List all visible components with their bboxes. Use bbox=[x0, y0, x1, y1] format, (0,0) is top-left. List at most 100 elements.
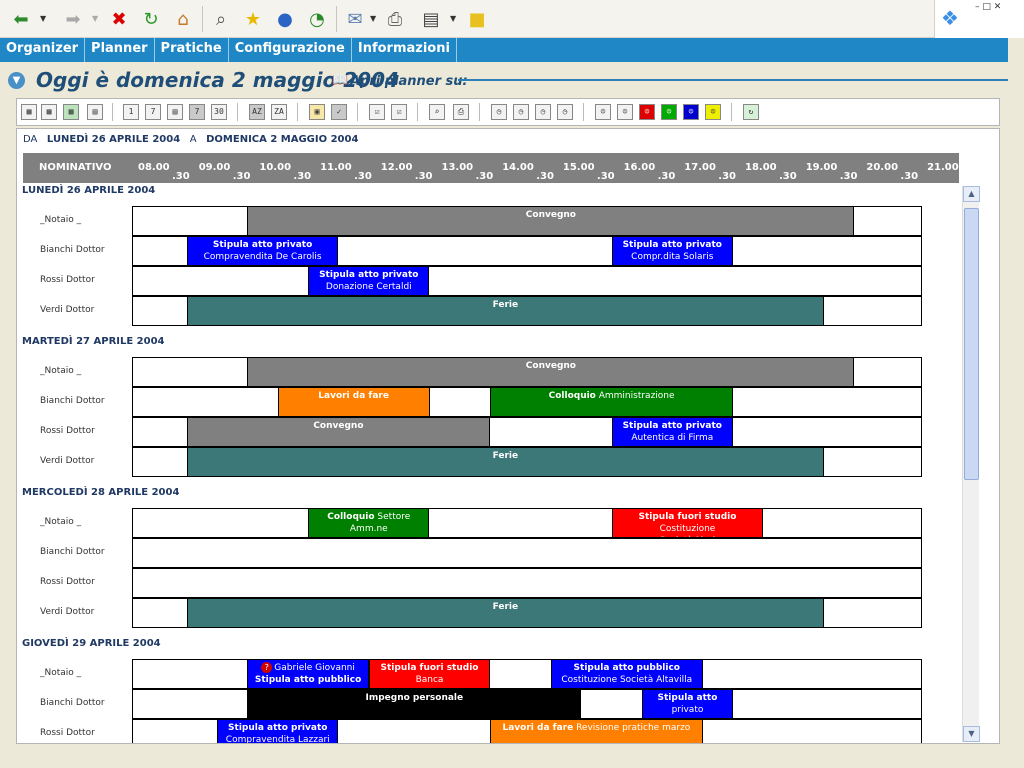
appointment[interactable]: Stipula atto privato Compr.dita Solaris bbox=[611, 236, 733, 266]
resource-row[interactable]: Colloquio Settore Amm.ne Stipula fuori stu… bbox=[132, 508, 922, 538]
resource-row[interactable]: Lavori da fare Colloquio Amministrazione bbox=[132, 387, 922, 417]
range-from[interactable]: LUNEDÌ 26 APRILE 2004 bbox=[47, 134, 180, 145]
range-to[interactable]: DOMENICA 2 MAGGIO 2004 bbox=[206, 134, 358, 145]
resource-row[interactable] bbox=[132, 538, 922, 568]
appointment[interactable]: Convegno bbox=[247, 206, 855, 236]
appointment[interactable]: Lavori da fare Revisione pratiche marzo bbox=[490, 719, 703, 743]
media-icon[interactable]: ● bbox=[272, 6, 298, 32]
view-list-icon[interactable]: ▤ bbox=[87, 104, 103, 120]
appointment[interactable]: Stipula fuori studio CostituzioneSocietà… bbox=[611, 508, 764, 538]
refresh-icon[interactable]: ↻ bbox=[138, 6, 164, 32]
zoom-icon[interactable]: ⌕ bbox=[429, 104, 445, 120]
appointment[interactable]: Stipula atto privato Compravendita De Car… bbox=[186, 236, 339, 266]
resource-row[interactable]: Convegno bbox=[132, 206, 922, 236]
appointment[interactable]: Ferie bbox=[186, 598, 825, 628]
time-icon-2[interactable]: ◷ bbox=[513, 104, 529, 120]
appointment-client: ? Gabriele Giovanni bbox=[248, 662, 367, 674]
checkbox-icon[interactable]: ☑ bbox=[369, 104, 385, 120]
forward-icon[interactable]: ➡ bbox=[60, 6, 86, 32]
view-calendar-icon[interactable]: ▦ bbox=[63, 104, 79, 120]
resource-row[interactable]: Impegno personale Stipula atto privato bbox=[132, 689, 922, 719]
appointment[interactable]: Colloquio Settore Amm.ne bbox=[308, 508, 430, 538]
person-red-icon[interactable]: ☺ bbox=[639, 104, 655, 120]
edit-icon[interactable]: ▤ bbox=[418, 6, 444, 32]
view-day-icon[interactable]: ▦ bbox=[21, 104, 37, 120]
view-7-days-icon[interactable]: 7 bbox=[145, 104, 161, 120]
menu-pratiche[interactable]: Pratiche bbox=[155, 38, 229, 62]
time-icon-4[interactable]: ◷ bbox=[557, 104, 573, 120]
menu-informazioni[interactable]: Informazioni bbox=[352, 38, 457, 62]
appointment[interactable]: Stipula atto privato bbox=[641, 689, 733, 719]
time-icon-1[interactable]: ◷ bbox=[491, 104, 507, 120]
appointment[interactable]: Stipula atto pubblico Costituzione Societ… bbox=[550, 659, 703, 689]
window-controls-icon[interactable]: – □ ✕ bbox=[975, 2, 1001, 12]
planner-toolbar: ▦ ▦ ▦ ▤ 1 7 ▤ 7 30 AZ ZA ▣ ✓ ☑ ☑ ⌕ ⎙ ◷ ◷… bbox=[16, 98, 1000, 126]
history-icon[interactable]: ◔ bbox=[304, 6, 330, 32]
menu-organizer[interactable]: Organizer bbox=[0, 38, 86, 62]
resource-row[interactable]: Ferie bbox=[132, 296, 922, 326]
view-week-icon[interactable]: ▦ bbox=[41, 104, 57, 120]
resource-row[interactable]: Ferie bbox=[132, 447, 922, 477]
scroll-down-arrow-icon[interactable]: ▼ bbox=[963, 726, 980, 742]
appointment[interactable]: Ferie bbox=[186, 296, 825, 326]
resource-row[interactable]: ? Gabriele Giovanni Stipula atto pubblico S… bbox=[132, 659, 922, 689]
time-icon-3[interactable]: ◷ bbox=[535, 104, 551, 120]
view-multi-day-icon[interactable]: ▤ bbox=[167, 104, 183, 120]
open-planner-label[interactable]: Apri planner su: bbox=[350, 74, 468, 89]
appointment-title: Stipula fuori studio bbox=[380, 663, 479, 673]
appointment[interactable]: Convegno bbox=[247, 357, 855, 387]
menu-planner[interactable]: Planner bbox=[85, 38, 155, 62]
edit-dropdown-icon[interactable]: ▼ bbox=[450, 14, 456, 23]
appointment[interactable]: Stipula atto privato Compravendita Lazzar… bbox=[217, 719, 339, 743]
person-blue-icon[interactable]: ☺ bbox=[683, 104, 699, 120]
sync-icon[interactable]: ↻ bbox=[743, 104, 759, 120]
appointment[interactable]: Impegno personale bbox=[247, 689, 582, 719]
appointment[interactable]: Convegno bbox=[186, 417, 491, 447]
folder-icon[interactable]: ▣ bbox=[309, 104, 325, 120]
person-icon[interactable]: ☺ bbox=[595, 104, 611, 120]
appointment[interactable]: ? Gabriele Giovanni Stipula atto pubblico bbox=[247, 659, 369, 689]
resource-row[interactable]: Convegno Stipula atto privato Autentica di… bbox=[132, 417, 922, 447]
notes-icon[interactable]: ■ bbox=[464, 6, 490, 32]
person-yellow-icon[interactable]: ☺ bbox=[705, 104, 721, 120]
checklist-icon[interactable]: ☑ bbox=[391, 104, 407, 120]
appointment[interactable]: Stipula atto privato Autentica di Firma bbox=[611, 417, 733, 447]
scrollbar-thumb[interactable] bbox=[964, 208, 979, 480]
home-icon[interactable]: ⌂ bbox=[170, 6, 196, 32]
collapse-icon[interactable]: ▼ bbox=[8, 72, 25, 89]
appointment[interactable]: Stipula fuori studio Banca bbox=[368, 659, 491, 689]
folder-checked-icon[interactable]: ✓ bbox=[331, 104, 347, 120]
resource-row[interactable] bbox=[132, 568, 922, 598]
resource-row[interactable]: Stipula atto privato Compravendita De Car… bbox=[132, 236, 922, 266]
stop-icon[interactable]: ✖ bbox=[106, 6, 132, 32]
resource-row[interactable]: Stipula atto privato Donazione Certaldi bbox=[132, 266, 922, 296]
menu-configurazione[interactable]: Configurazione bbox=[229, 38, 352, 62]
back-dropdown-icon[interactable]: ▼ bbox=[40, 14, 46, 23]
appointment[interactable]: Lavori da fare bbox=[277, 387, 430, 417]
resource-name: Bianchi Dottor bbox=[40, 396, 105, 406]
resource-row[interactable]: Convegno bbox=[132, 357, 922, 387]
view-1-day-icon[interactable]: 1 bbox=[123, 104, 139, 120]
resource-row[interactable]: Ferie bbox=[132, 598, 922, 628]
mail-dropdown-icon[interactable]: ▼ bbox=[370, 14, 376, 23]
people-icon[interactable]: ☺ bbox=[617, 104, 633, 120]
scroll-up-arrow-icon[interactable]: ▲ bbox=[963, 186, 980, 202]
appointment[interactable]: Colloquio Amministrazione bbox=[490, 387, 733, 417]
search-icon[interactable]: ⌕ bbox=[208, 6, 234, 32]
appointment[interactable]: Stipula atto privato Donazione Certaldi bbox=[308, 266, 430, 296]
view-30-days-icon[interactable]: 30 bbox=[211, 104, 227, 120]
vertical-scrollbar[interactable]: ▲ ▼ bbox=[962, 186, 980, 742]
appointment[interactable]: Ferie bbox=[186, 447, 825, 477]
back-icon[interactable]: ⬅ bbox=[8, 6, 34, 32]
view-week-active-icon[interactable]: 7 bbox=[189, 104, 205, 120]
favorites-star-icon[interactable]: ★ bbox=[240, 6, 266, 32]
sort-za-icon[interactable]: ZA bbox=[271, 104, 287, 120]
person-green-icon[interactable]: ☺ bbox=[661, 104, 677, 120]
resource-row[interactable]: Stipula atto privato Compravendita Lazzar… bbox=[132, 719, 922, 743]
forward-dropdown-icon[interactable]: ▼ bbox=[92, 14, 98, 23]
sort-az-icon[interactable]: AZ bbox=[249, 104, 265, 120]
mail-icon[interactable]: ✉ bbox=[342, 6, 368, 32]
print-icon[interactable]: ⎙ bbox=[382, 6, 408, 32]
printer-icon[interactable]: ⎙ bbox=[453, 104, 469, 120]
resource-name: Rossi Dottor bbox=[40, 426, 95, 436]
